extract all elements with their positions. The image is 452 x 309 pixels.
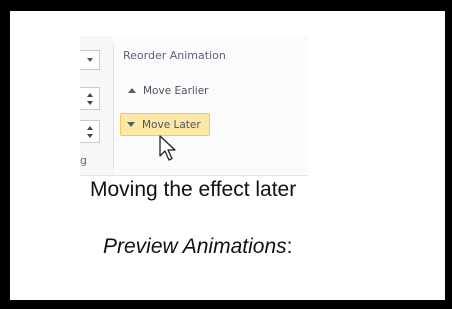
triangle-up-icon (128, 88, 136, 93)
move-earlier-label: Move Earlier (143, 85, 209, 97)
spin-down-icon[interactable] (87, 101, 93, 105)
preview-animations-label: Preview Animations (103, 235, 287, 258)
ribbon-crop: g Reorder Animation Move Earlier Move La… (80, 36, 308, 176)
caption-moving-effect: Moving the effect later (90, 178, 297, 201)
triangle-down-icon (127, 122, 135, 127)
chevron-down-icon (87, 58, 93, 62)
group-divider (113, 44, 114, 169)
move-later-button[interactable]: Move Later (120, 113, 210, 136)
reorder-animation-title: Reorder Animation (123, 49, 226, 62)
preview-colon: : (286, 235, 293, 258)
move-later-label: Move Later (142, 119, 201, 131)
move-earlier-button[interactable]: Move Earlier (124, 82, 213, 102)
delay-spinner[interactable] (80, 120, 100, 143)
timing-group-label: g (80, 154, 87, 167)
start-dropdown[interactable] (80, 50, 100, 70)
spin-up-icon[interactable] (87, 126, 93, 130)
timing-group-partial: g (80, 36, 113, 175)
caption-preview-animations: Preview Animations: (103, 235, 292, 259)
mouse-pointer-icon (159, 135, 176, 161)
duration-spinner[interactable] (80, 87, 100, 110)
spin-up-icon[interactable] (87, 93, 93, 97)
spin-down-icon[interactable] (87, 134, 93, 138)
